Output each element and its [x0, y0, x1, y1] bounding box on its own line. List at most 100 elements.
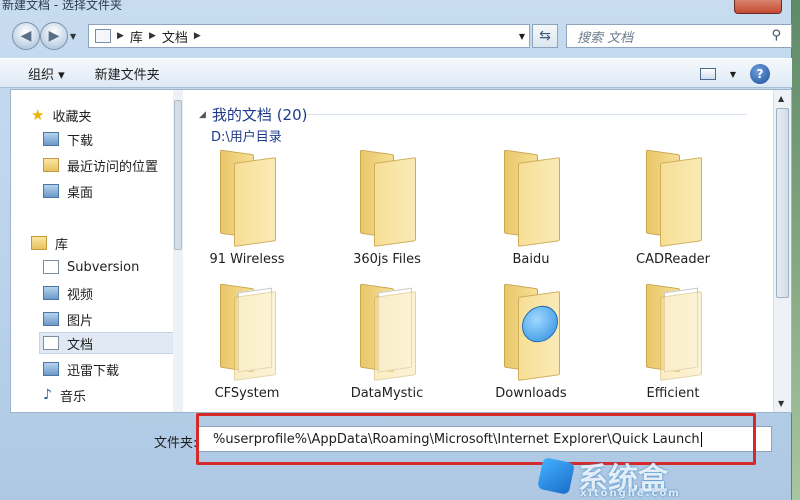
sidebar-item-label: 图片: [67, 313, 94, 329]
group-title: 我的文档 (20): [211, 106, 308, 124]
breadcrumb-documents[interactable]: 文档: [162, 27, 188, 46]
sidebar-item-desktop[interactable]: 桌面: [43, 180, 93, 202]
watermark-url: xitonghe.com: [580, 488, 681, 499]
folder-icon: [216, 149, 278, 247]
chevron-right-icon[interactable]: ▶: [194, 31, 201, 41]
folder-item[interactable]: Efficient: [613, 283, 733, 401]
navigation-scrollbar[interactable]: [173, 90, 183, 412]
sidebar-item-subversion[interactable]: Subversion: [43, 256, 139, 278]
view-options-icon[interactable]: [699, 68, 716, 80]
download-folder-icon: [43, 132, 59, 146]
group-header[interactable]: ◢ 我的文档 (20): [199, 104, 307, 125]
folder-view: ◢ 我的文档 (20) D:\用户目录 91 Wireless 360js Fi…: [187, 90, 773, 412]
desktop-icon: [43, 184, 59, 198]
history-dropdown-icon[interactable]: ▼: [70, 32, 76, 41]
watermark-logo-icon: [537, 457, 575, 495]
sidebar-item-label: 文档: [67, 337, 94, 353]
group-divider: [307, 114, 747, 115]
sidebar-item-documents[interactable]: 文档: [39, 332, 175, 354]
arrow-right-icon: ▶: [48, 28, 60, 44]
folder-item[interactable]: CADReader: [613, 149, 733, 267]
download-folder-icon: [43, 362, 59, 376]
chevron-right-icon[interactable]: ▶: [117, 31, 124, 41]
help-icon[interactable]: ?: [750, 64, 770, 84]
folder-item[interactable]: CFSystem: [187, 283, 307, 401]
folder-item[interactable]: Downloads: [471, 283, 591, 401]
sidebar-item-thunder-downloads[interactable]: 迅雷下载: [43, 358, 119, 380]
forward-button[interactable]: ▶: [40, 22, 68, 50]
recent-places-icon: [43, 158, 59, 172]
folder-icon: [642, 283, 704, 381]
scroll-down-icon[interactable]: ▼: [778, 399, 784, 408]
folder-item[interactable]: DataMystic: [327, 283, 447, 401]
sidebar-item-label: 迅雷下载: [67, 363, 120, 379]
folder-item[interactable]: 91 Wireless: [187, 149, 307, 267]
folder-name: Efficient: [646, 386, 700, 401]
folder-icon: [642, 149, 704, 247]
search-placeholder: 搜索 文档: [577, 30, 634, 46]
chevron-down-icon[interactable]: ▼: [519, 32, 525, 41]
folder-icon: [500, 149, 562, 247]
new-folder-button[interactable]: 新建文件夹: [95, 64, 160, 83]
search-input[interactable]: 搜索 文档 ⚲: [566, 24, 792, 48]
breadcrumb-library[interactable]: 库: [130, 27, 143, 46]
back-button[interactable]: ◀: [12, 22, 40, 50]
folder-name: CFSystem: [214, 386, 280, 401]
folder-field-label: 文件夹:: [154, 436, 198, 451]
folder-name: DataMystic: [350, 386, 424, 401]
folder-name: CADReader: [636, 252, 710, 267]
sidebar-item-label: 音乐: [59, 389, 86, 405]
collapse-triangle-icon[interactable]: ◢: [199, 110, 206, 120]
navigation-bar: ◀ ▶ ▼ ▶ 库 ▶ 文档 ▶ ▼ ⇆ 搜索 文档 ⚲: [0, 20, 792, 50]
sidebar-item-recent[interactable]: 最近访问的位置: [43, 154, 158, 176]
library-icon: [31, 236, 47, 250]
folder-name: Baidu: [512, 252, 550, 267]
video-icon: [43, 286, 59, 300]
chevron-down-icon[interactable]: ▼: [730, 70, 736, 79]
folder-icon: [95, 29, 111, 43]
scrollbar-thumb[interactable]: [174, 100, 182, 250]
star-icon: ★: [31, 106, 45, 124]
folder-name: 360js Files: [353, 252, 421, 267]
pictures-icon: [43, 312, 59, 326]
sidebar-item-library[interactable]: 库: [31, 232, 68, 254]
documents-icon: [43, 336, 59, 350]
navigation-pane: ★ 收藏夹 下载 最近访问的位置 桌面 库 Subversion 视频 图片 文…: [11, 90, 183, 412]
scrollbar-thumb[interactable]: [776, 108, 789, 298]
watermark: 系统盒 xitonghe.com: [537, 452, 800, 500]
sidebar-item-label: 视频: [67, 287, 94, 303]
search-icon[interactable]: ⚲: [771, 28, 781, 43]
group-path: D:\用户目录: [211, 130, 282, 145]
sidebar-item-videos[interactable]: 视频: [43, 282, 93, 304]
sidebar-item-downloads[interactable]: 下载: [43, 128, 93, 150]
sidebar-item-label: 桌面: [67, 185, 94, 201]
arrow-left-icon: ◀: [20, 28, 32, 44]
sidebar-item-label: Subversion: [67, 259, 140, 275]
folder-picker-dialog: 新建文档 - 选择文件夹 ◀ ▶ ▼ ▶ 库 ▶ 文档 ▶ ▼ ⇆ 搜索 文档 …: [0, 0, 792, 500]
folder-item[interactable]: Baidu: [471, 149, 591, 267]
folder-name: Downloads: [495, 386, 567, 401]
sidebar-item-music[interactable]: ♪ 音乐: [43, 384, 86, 406]
close-button[interactable]: [734, 0, 782, 14]
organize-button[interactable]: 组织 ▾: [28, 64, 65, 83]
folder-icon: [216, 283, 278, 381]
refresh-icon: ⇆: [539, 28, 551, 44]
content-scrollbar[interactable]: ▲ ▼: [773, 90, 791, 412]
refresh-button[interactable]: ⇆: [532, 24, 558, 48]
folder-name: 91 Wireless: [209, 252, 285, 267]
sidebar-item-pictures[interactable]: 图片: [43, 308, 93, 330]
folder-icon: [500, 283, 562, 381]
sidebar-item-favorites[interactable]: ★ 收藏夹: [31, 104, 91, 126]
scroll-up-icon[interactable]: ▲: [778, 94, 784, 103]
address-bar[interactable]: ▶ 库 ▶ 文档 ▶ ▼: [88, 24, 530, 48]
chevron-right-icon[interactable]: ▶: [149, 31, 156, 41]
folder-icon: [356, 149, 418, 247]
folder-item[interactable]: 360js Files: [327, 149, 447, 267]
music-note-icon: ♪: [43, 387, 52, 403]
sidebar-item-label: 最近访问的位置: [67, 159, 159, 175]
subversion-icon: [43, 260, 59, 274]
window-title: 新建文档 - 选择文件夹: [2, 0, 122, 12]
folder-icon: [356, 283, 418, 381]
sidebar-item-label: 下载: [67, 133, 94, 149]
title-bar: 新建文档 - 选择文件夹: [0, 0, 792, 14]
